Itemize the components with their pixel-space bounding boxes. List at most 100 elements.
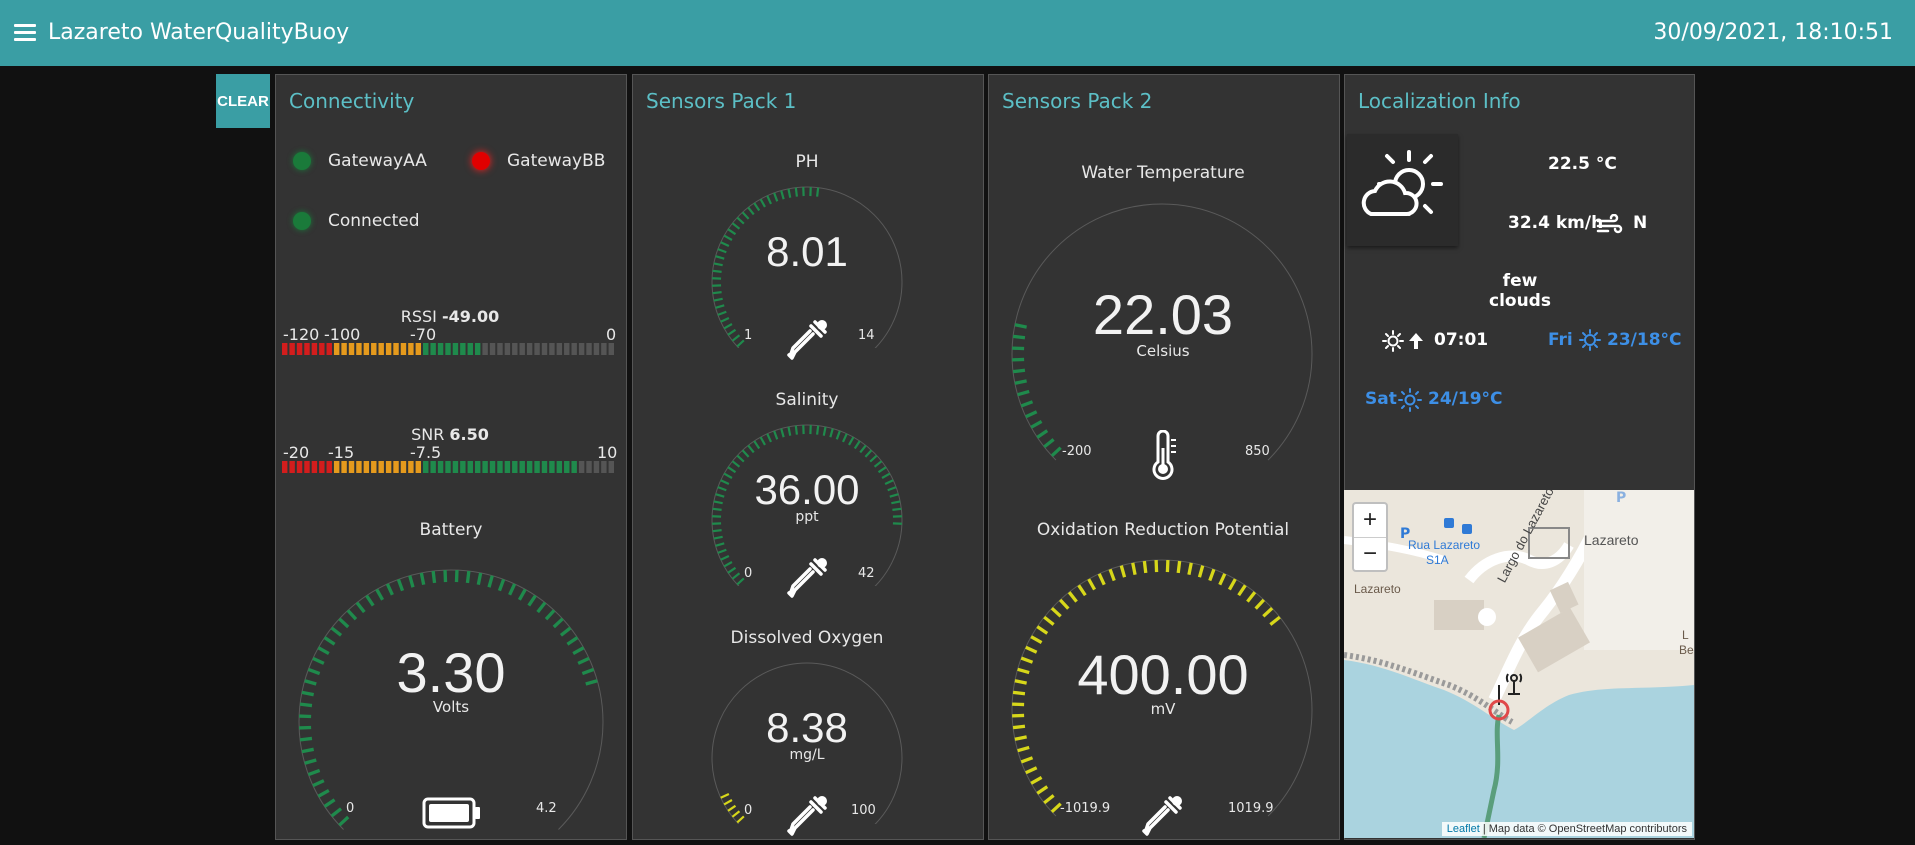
- gauge-segment: [736, 454, 745, 463]
- level-segment: [474, 343, 481, 355]
- gauge-segment: [727, 328, 737, 336]
- salinity-max: 42: [858, 566, 875, 581]
- level-segment: [319, 461, 325, 473]
- gateway-bb-led: [472, 152, 490, 170]
- level-segment: [282, 343, 288, 355]
- gauge-segment: [1269, 615, 1281, 626]
- ph-title: PH: [795, 152, 819, 172]
- oxygen-value: 8.38: [766, 704, 848, 751]
- gauge-segment: [323, 798, 336, 808]
- gauge-segment: [731, 572, 741, 580]
- battery-title: Battery: [419, 520, 483, 540]
- forecast-day: Sat: [1365, 389, 1397, 409]
- level-segment: [282, 461, 288, 473]
- clear-button[interactable]: CLEAR: [216, 74, 270, 128]
- gauge-segment: [723, 561, 733, 568]
- gauge-segment: [301, 690, 315, 697]
- rssi-title: RSSI -49.00: [400, 307, 500, 326]
- level-segment: [356, 343, 362, 355]
- level-segment: [341, 461, 347, 473]
- gauge-segment: [712, 291, 722, 295]
- snr-tick: -15: [328, 443, 355, 462]
- level-segment: [474, 461, 481, 473]
- bus-stop-icon: [1444, 518, 1454, 528]
- gauge-segment: [1030, 419, 1043, 429]
- gauge-segment: [1036, 625, 1049, 635]
- gauge-segment: [338, 617, 350, 629]
- level-segment: [430, 343, 436, 355]
- snr-tick: 10: [597, 443, 618, 462]
- orp-value: 400.00: [1077, 643, 1249, 706]
- level-segment: [289, 343, 295, 355]
- level-segment: [311, 343, 318, 355]
- gauge-segment: [355, 601, 366, 614]
- gauge-segment: [323, 636, 336, 646]
- gauge-segment: [835, 430, 841, 440]
- menu-icon[interactable]: [14, 24, 36, 42]
- gauge-segment: [1058, 598, 1070, 610]
- gauge-segment: [794, 187, 798, 197]
- gauge-segment: [365, 594, 375, 607]
- water-temperature-min: -200: [1062, 444, 1092, 459]
- gauge-segment: [552, 617, 564, 629]
- gauge-segment: [465, 570, 471, 584]
- leaflet-link[interactable]: Leaflet: [1447, 823, 1480, 835]
- gauge-segment: [1036, 785, 1049, 795]
- level-segment: [467, 343, 473, 355]
- salinity-unit: ppt: [795, 509, 819, 525]
- map[interactable]: Rua Lazareto S1A Lazareto Lazareto Largo…: [1344, 490, 1694, 838]
- level-segment: [504, 461, 511, 473]
- map-place-label: Lazareto: [1354, 582, 1401, 596]
- level-segment: [371, 461, 377, 473]
- level-segment: [534, 461, 540, 473]
- gauge-segment: [577, 656, 590, 665]
- map-place-label: L: [1682, 628, 1689, 642]
- gauge-segment: [497, 578, 506, 592]
- gauge-segment: [1176, 560, 1182, 574]
- snr-level-bar: [282, 461, 614, 473]
- gauge-segment: [1012, 368, 1026, 374]
- level-segment: [586, 461, 592, 473]
- gauge-segment: [713, 297, 723, 302]
- gauge-segment: [517, 588, 527, 601]
- level-segment: [437, 343, 444, 355]
- level-segment: [467, 461, 473, 473]
- level-segment: [423, 461, 429, 473]
- gauge-segment: [1014, 379, 1027, 385]
- gauge-segment: [299, 702, 313, 708]
- level-segment: [526, 461, 533, 473]
- level-segment: [571, 343, 577, 355]
- oxygen-unit: mg/L: [789, 747, 825, 763]
- zoom-out-button[interactable]: −: [1354, 538, 1386, 571]
- salinity-value: 36.00: [754, 466, 860, 513]
- gauge-segment: [753, 202, 761, 212]
- level-segment: [549, 343, 555, 355]
- card-title: Connectivity: [289, 89, 415, 113]
- wind-icon: [1596, 214, 1623, 234]
- gauge-segment: [731, 334, 741, 342]
- gauge-segment: [476, 572, 483, 586]
- map-place-label: Be: [1679, 643, 1694, 657]
- gauge-segment: [869, 454, 878, 463]
- gauge-segment: [1097, 573, 1106, 586]
- partly-cloudy-icon: [1361, 150, 1443, 216]
- forecast-day: Fri: [1548, 330, 1573, 350]
- bus-stop-icon: [1462, 524, 1472, 534]
- weather-icon-box: [1347, 134, 1458, 246]
- gauge-segment: [713, 535, 723, 540]
- level-segment: [593, 461, 600, 473]
- level-segment: [437, 461, 444, 473]
- level-segment: [363, 461, 370, 473]
- ph-min: 1: [744, 328, 753, 343]
- gauge-segment: [1087, 578, 1097, 591]
- gauge-segment: [304, 679, 317, 686]
- battery-icon: [422, 797, 480, 829]
- gauge-segment: [1077, 584, 1087, 597]
- level-segment: [608, 343, 614, 355]
- level-segment: [489, 343, 496, 355]
- gauge-segment: [307, 768, 321, 777]
- level-segment: [460, 343, 466, 355]
- zoom-in-button[interactable]: +: [1354, 504, 1386, 537]
- wind-direction: N: [1633, 213, 1648, 233]
- gauge-segment: [747, 444, 755, 454]
